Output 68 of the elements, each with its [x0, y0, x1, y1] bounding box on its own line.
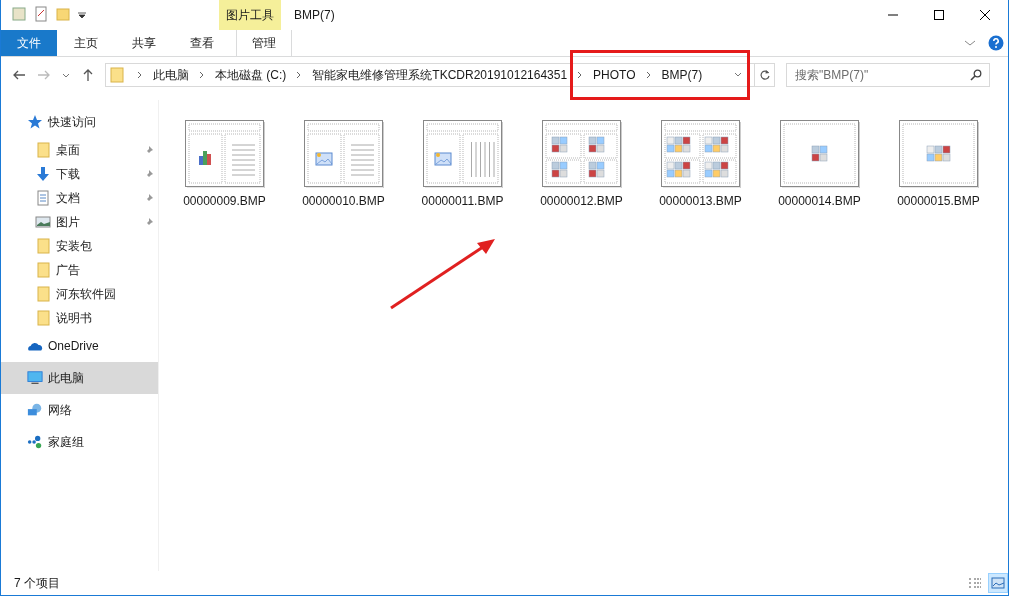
file-tab[interactable]: 文件 — [1, 30, 57, 56]
layout-thumbnail-drawing[interactable] — [422, 120, 503, 188]
file-name[interactable]: 00000012.BMP — [540, 194, 623, 208]
document-icon — [35, 190, 51, 206]
file-name[interactable]: 00000009.BMP — [183, 194, 266, 208]
file-name[interactable]: 00000010.BMP — [302, 194, 385, 208]
sidebar-item[interactable]: 文档 — [1, 186, 158, 210]
breadcrumb[interactable]: 智能家电维修管理系统TKCDR20191012164351 — [312, 66, 568, 84]
details-view-icon — [968, 576, 982, 590]
sidebar-item[interactable]: 家庭组 — [1, 426, 158, 458]
breadcrumb[interactable]: BMP(7) — [661, 68, 703, 82]
folder-icon — [35, 238, 51, 254]
layout-thumbnail-drawing[interactable] — [779, 120, 860, 188]
sidebar-item[interactable]: 桌面 — [1, 138, 158, 162]
folder-icon — [35, 142, 51, 158]
layout-thumbnail-drawing[interactable] — [898, 120, 979, 188]
breadcrumb[interactable]: 本地磁盘 (C:) — [215, 66, 287, 84]
computer-icon — [27, 370, 43, 386]
expand-ribbon-icon[interactable] — [964, 39, 976, 47]
search-field[interactable]: 搜索"BMP(7)" — [786, 63, 990, 87]
item-count: 7 个项目 — [14, 574, 60, 592]
refresh-button[interactable] — [755, 63, 775, 87]
search-icon[interactable] — [970, 69, 982, 81]
layout-thumbnail-drawing[interactable] — [541, 120, 622, 188]
breadcrumb[interactable]: 此电脑 — [153, 66, 189, 84]
star-icon — [27, 114, 43, 130]
large-icons-view-icon — [991, 576, 1005, 590]
chevron-icon[interactable] — [136, 71, 144, 79]
document-icon[interactable] — [33, 6, 49, 22]
sidebar-item[interactable]: 网络 — [1, 394, 158, 426]
layout-thumbnail-drawing[interactable] — [660, 120, 741, 188]
folder-icon — [35, 262, 51, 278]
layout-thumbnail-drawing[interactable] — [184, 120, 265, 188]
network-icon — [27, 402, 43, 418]
chevron-icon[interactable] — [198, 71, 206, 79]
sidebar-item[interactable]: 河东软件园 — [1, 282, 158, 306]
sidebar-item[interactable]: 广告 — [1, 258, 158, 282]
file-name[interactable]: 00000011.BMP — [421, 194, 504, 208]
contextual-tab-group-label: 图片工具 — [219, 0, 281, 30]
ribbon-tab[interactable]: 主页 — [57, 30, 115, 56]
picture-icon — [35, 214, 51, 230]
sidebar-item[interactable]: 快速访问 — [1, 106, 158, 138]
file-name[interactable]: 00000014.BMP — [778, 194, 861, 208]
contextual-ribbon-tab[interactable]: 管理 — [236, 30, 292, 56]
help-icon[interactable] — [988, 35, 1004, 51]
sidebar-item[interactable]: 图片 — [1, 210, 158, 234]
window-title: BMP(7) — [293, 7, 335, 22]
refresh-icon — [758, 69, 771, 81]
dropdown-caret-icon[interactable] — [77, 10, 87, 20]
file-name[interactable]: 00000013.BMP — [659, 194, 742, 208]
ribbon-tab[interactable]: 查看 — [173, 30, 231, 56]
file-name[interactable]: 00000015.BMP — [897, 194, 980, 208]
folder-icon — [35, 310, 51, 326]
sidebar-item[interactable]: 安装包 — [1, 234, 158, 258]
layout-thumbnail-drawing[interactable] — [303, 120, 384, 188]
folder-icon — [35, 286, 51, 302]
breadcrumb[interactable]: PHOTO — [593, 68, 636, 82]
homegroup-icon — [27, 434, 43, 450]
chevron-icon[interactable] — [644, 71, 653, 79]
address-bar[interactable]: 此电脑 本地磁盘 (C:) 智能家电维修管理系统TKCDR20191012164351 PHOTO BMP(7) — [105, 63, 755, 87]
sidebar-item[interactable]: OneDrive — [1, 330, 158, 362]
folder-icon — [110, 67, 124, 83]
view-button[interactable] — [988, 573, 1008, 593]
sidebar-item[interactable]: 此电脑 — [1, 362, 158, 394]
sidebar-item[interactable]: 下载 — [1, 162, 158, 186]
sidebar-item[interactable]: 说明书 — [1, 306, 158, 330]
ribbon-tab[interactable]: 共享 — [115, 30, 173, 56]
download-arrow-icon — [35, 166, 51, 182]
